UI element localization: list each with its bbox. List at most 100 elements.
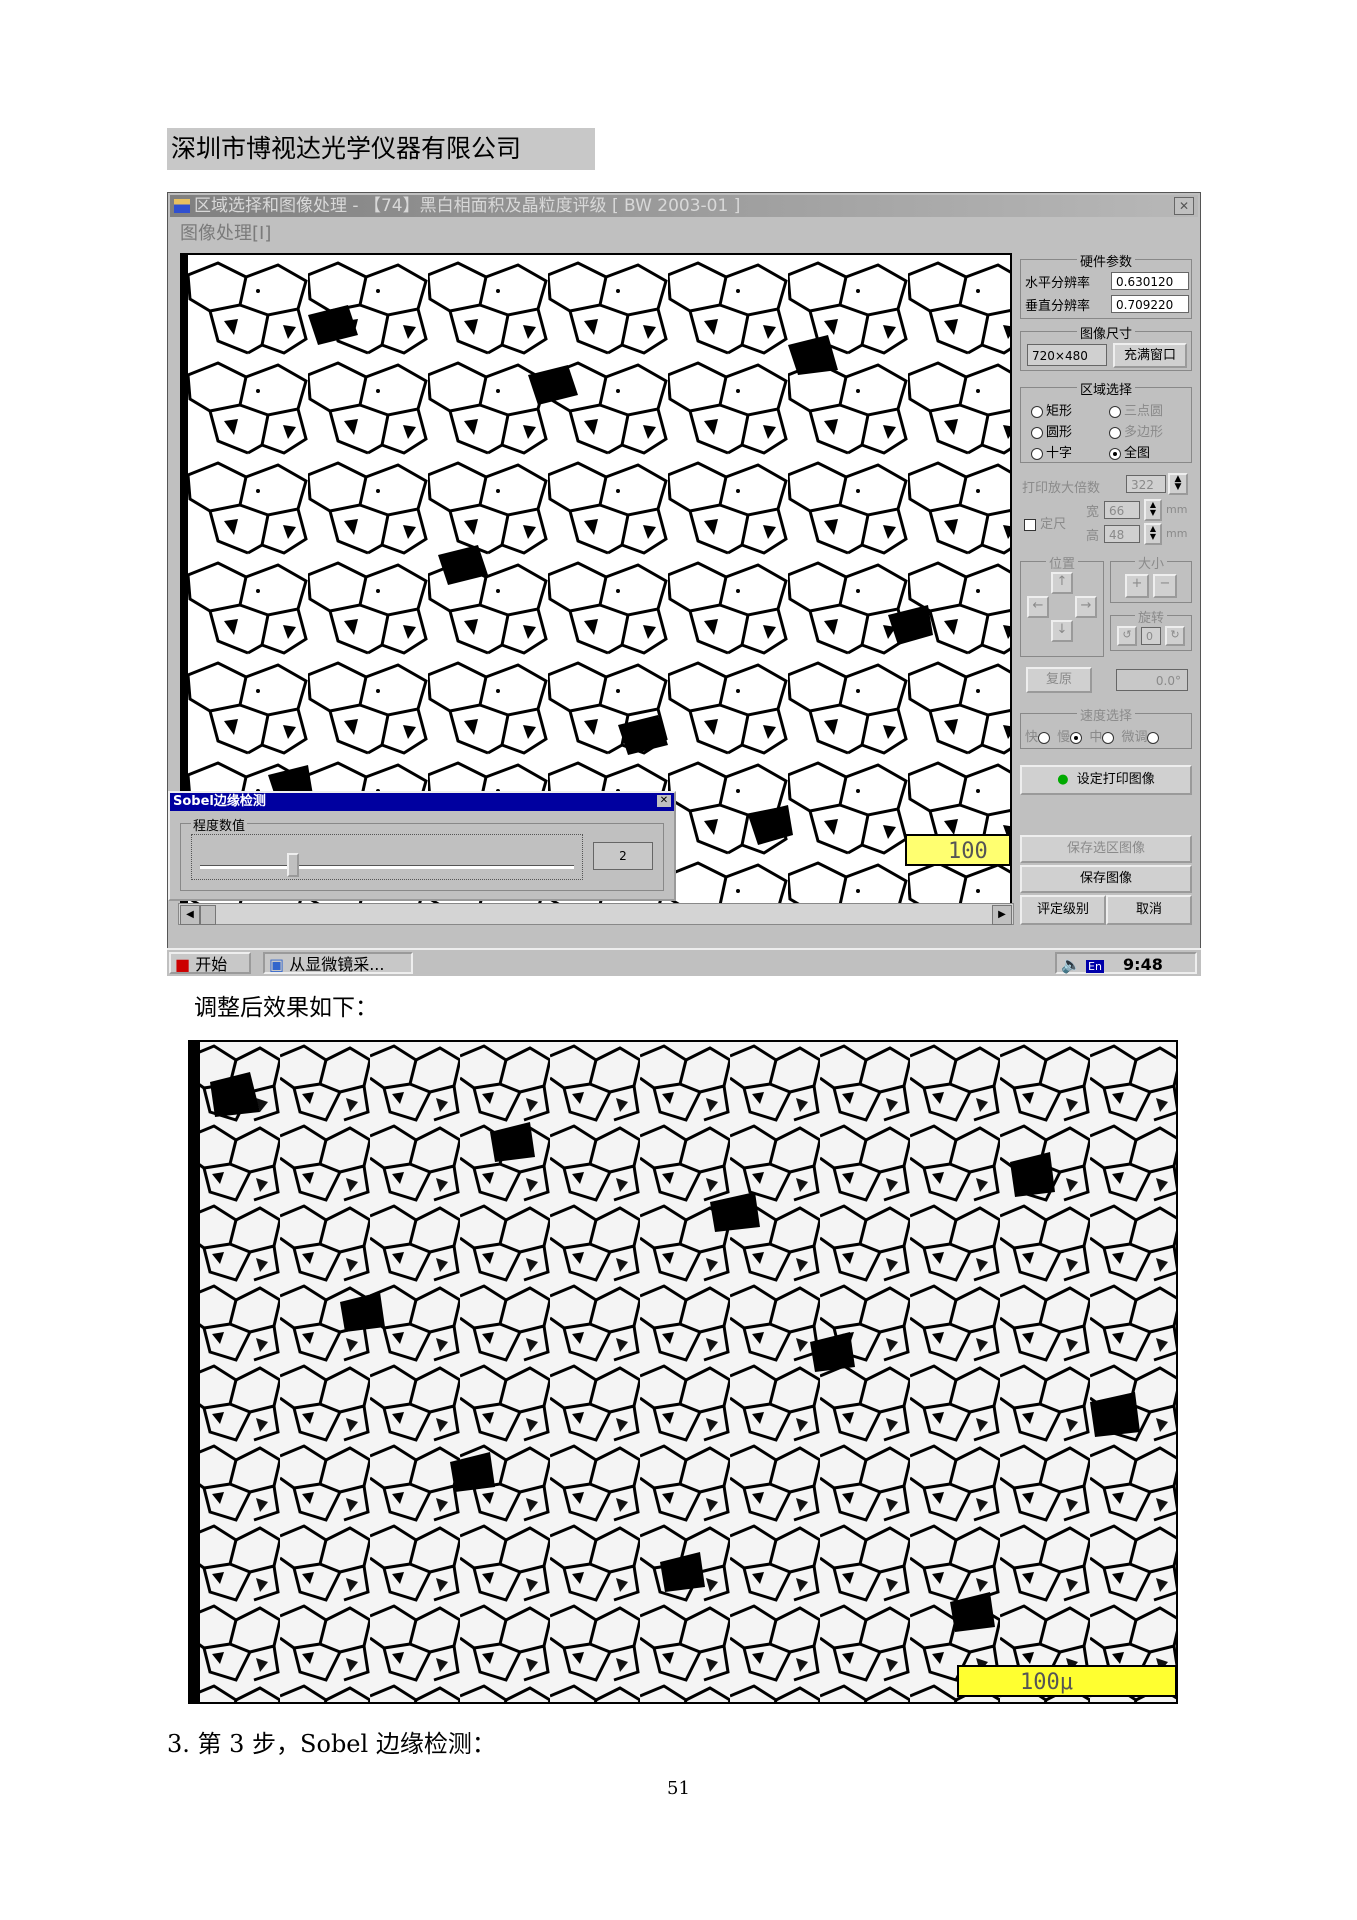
scale-label: 100: [948, 839, 988, 864]
sobel-level-label: 程度数值: [191, 815, 248, 834]
move-down-icon[interactable]: ↓: [1051, 620, 1073, 642]
start-button[interactable]: ■ 开始: [169, 952, 251, 974]
h-res-label: 水平分辨率: [1025, 276, 1091, 291]
region-option-three-point-circle[interactable]: 三点圆: [1109, 400, 1163, 419]
height-unit: mm: [1166, 527, 1188, 540]
rotate-title: 旋转: [1134, 611, 1167, 626]
sobel-close-icon[interactable]: ✕: [657, 795, 671, 807]
rotate-group: 旋转 ↺ 0 ↻: [1110, 611, 1192, 651]
fill-window-button[interactable]: 充满窗口: [1113, 343, 1187, 368]
taskbar-task-button[interactable]: ▣ 从显微镜采...: [263, 952, 413, 974]
size-title: 大小: [1134, 557, 1167, 572]
app-window: 区域选择和图像处理 - 【74】黑白相面积及晶粒度评级 [ BW 2003-01…: [167, 192, 1201, 972]
size-group: 大小 + −: [1110, 557, 1192, 603]
radio-icon: [1031, 405, 1043, 418]
clock: 9:48: [1123, 955, 1163, 974]
zoom-out-icon[interactable]: −: [1153, 574, 1177, 598]
green-dot-icon: ●: [1057, 772, 1069, 787]
width-unit: mm: [1166, 503, 1188, 516]
height-spinner[interactable]: ▲ ▼: [1144, 523, 1162, 545]
speed-slow[interactable]: 慢: [1057, 730, 1085, 745]
rotate-cw-icon[interactable]: ↻: [1165, 626, 1185, 646]
sobel-value-field[interactable]: 2: [593, 842, 653, 870]
radio-icon: [1038, 731, 1051, 744]
region-option-circle[interactable]: 圆形: [1031, 421, 1072, 440]
caption-after-adjust: 调整后效果如下：: [194, 995, 378, 1021]
adjusted-micrograph: 100μ: [188, 1040, 1178, 1704]
width-field[interactable]: 66: [1104, 501, 1140, 519]
position-group: 位置 ↑ ← → ↓: [1020, 557, 1104, 657]
h-res-field[interactable]: 0.630120: [1111, 272, 1189, 290]
grain-structure-result-image: 100μ: [190, 1042, 1176, 1702]
fixed-size-checkbox[interactable]: 定尺: [1024, 513, 1066, 532]
sobel-slider[interactable]: [191, 834, 583, 880]
v-res-label: 垂直分辨率: [1025, 299, 1091, 314]
speed-fast[interactable]: 快: [1025, 730, 1053, 745]
menu-image-processing[interactable]: 图像处理[I]: [180, 219, 271, 245]
radio-selected-icon: [1109, 447, 1121, 460]
scroll-right-icon[interactable]: ▶: [992, 905, 1012, 925]
grade-button[interactable]: 评定级别: [1020, 895, 1106, 925]
rotate-step-field[interactable]: 0: [1141, 627, 1161, 645]
language-indicator[interactable]: En: [1086, 960, 1104, 973]
move-left-icon[interactable]: ←: [1027, 596, 1049, 618]
app-icon: ▣: [269, 955, 285, 974]
company-banner: 深圳市博视达光学仪器有限公司: [167, 128, 595, 170]
horizontal-scrollbar[interactable]: ◀ ▶: [178, 903, 1014, 925]
image-size-group: 图像尺寸 720×480 充满窗口: [1020, 327, 1192, 371]
speed-title: 速度选择: [1076, 709, 1135, 724]
scroll-left-icon[interactable]: ◀: [180, 905, 200, 925]
speaker-icon[interactable]: 🔈: [1061, 955, 1081, 974]
speed-medium[interactable]: 中: [1089, 730, 1117, 745]
save-image-button[interactable]: 保存图像: [1020, 865, 1192, 893]
radio-icon: [1031, 426, 1043, 439]
height-field[interactable]: 48: [1104, 525, 1140, 543]
checkbox-icon: [1024, 518, 1036, 531]
speed-fine[interactable]: 微调: [1121, 730, 1162, 745]
region-option-full[interactable]: 全图: [1109, 442, 1150, 461]
radio-icon: [1147, 731, 1160, 744]
sobel-dialog-title: Sobel边缘检测: [170, 793, 674, 811]
width-spinner[interactable]: ▲ ▼: [1144, 499, 1162, 521]
sobel-level-group: 程度数值 2: [180, 815, 664, 891]
reset-button[interactable]: 复原: [1026, 667, 1092, 693]
height-label: 高: [1086, 529, 1100, 544]
image-size-title: 图像尺寸: [1076, 327, 1135, 342]
system-tray: 🔈 En 9:48: [1055, 952, 1197, 974]
move-right-icon[interactable]: →: [1075, 596, 1097, 618]
region-select-group: 区域选择 矩形 三点圆 圆形 多边形 十字 全图: [1020, 383, 1192, 463]
radio-icon: [1109, 405, 1121, 418]
radio-selected-icon: [1070, 731, 1083, 744]
photo-scale-label: 100μ: [1020, 1670, 1073, 1695]
taskbar: ■ 开始 ▣ 从显微镜采... 🔈 En 9:48: [167, 948, 1201, 976]
page-number: 51: [667, 1778, 690, 1799]
app-icon: [174, 199, 190, 213]
position-title: 位置: [1045, 557, 1078, 572]
scroll-thumb[interactable]: [200, 905, 216, 925]
window-titlebar: 区域选择和图像处理 - 【74】黑白相面积及晶粒度评级 [ BW 2003-01…: [170, 195, 1198, 217]
speed-group: 速度选择 快 慢 中 微调: [1020, 709, 1192, 749]
rotate-ccw-icon[interactable]: ↺: [1117, 626, 1137, 646]
slider-thumb[interactable]: [287, 853, 299, 877]
windows-logo-icon: ■: [175, 955, 191, 974]
close-button[interactable]: ✕: [1174, 197, 1194, 215]
region-option-polygon[interactable]: 多边形: [1109, 421, 1163, 440]
v-res-field[interactable]: 0.709220: [1111, 295, 1189, 313]
region-option-rect[interactable]: 矩形: [1031, 400, 1072, 419]
region-option-cross[interactable]: 十字: [1031, 442, 1072, 461]
zoom-in-icon[interactable]: +: [1125, 574, 1149, 598]
radio-icon: [1031, 447, 1043, 460]
image-size-value: 720×480: [1027, 344, 1107, 366]
magnification-spinner[interactable]: ▲ ▼: [1168, 473, 1188, 495]
save-region-image-button[interactable]: 保存选区图像: [1020, 835, 1192, 863]
step-heading: 3. 第 3 步，Sobel 边缘检测：: [167, 1730, 496, 1758]
radio-icon: [1102, 731, 1115, 744]
region-select-title: 区域选择: [1076, 383, 1135, 398]
window-title: 区域选择和图像处理 - 【74】黑白相面积及晶粒度评级 [ BW 2003-01…: [194, 196, 741, 216]
slider-track: [200, 865, 574, 869]
set-print-image-button[interactable]: ● 设定打印图像: [1020, 765, 1192, 795]
cancel-button[interactable]: 取消: [1106, 895, 1192, 925]
move-up-icon[interactable]: ↑: [1051, 572, 1073, 594]
radio-icon: [1109, 426, 1121, 439]
print-magnification-field[interactable]: 322: [1126, 475, 1166, 493]
